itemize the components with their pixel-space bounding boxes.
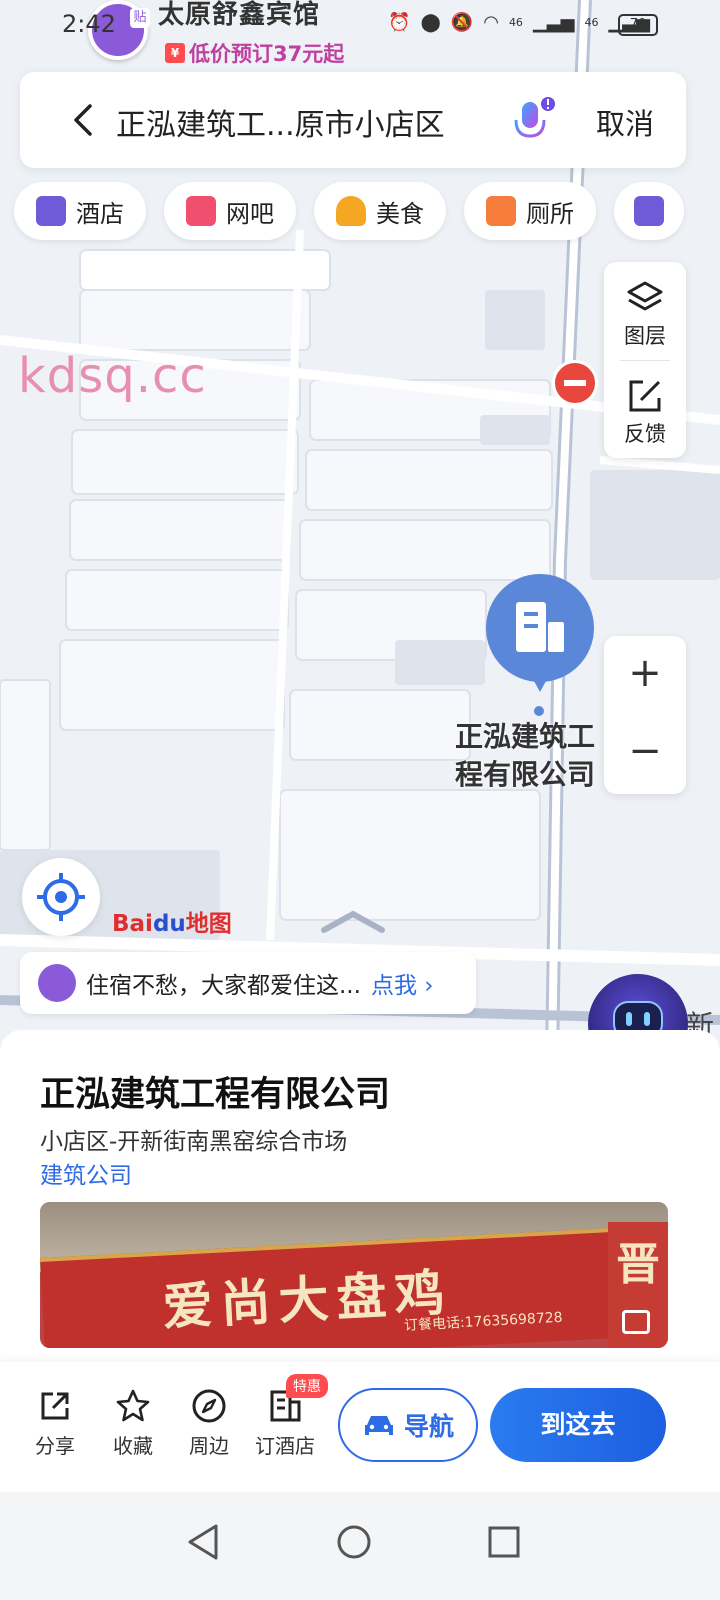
- chip-internet-cafe[interactable]: 网吧: [164, 182, 296, 240]
- battery-icon: 70: [618, 14, 658, 36]
- promo-banner-link[interactable]: 点我 ›: [371, 966, 434, 1000]
- gallery-icon[interactable]: [622, 1310, 650, 1334]
- food-icon: [336, 196, 366, 226]
- favorite-label: 收藏: [113, 1434, 153, 1458]
- internet-cafe-icon: [186, 196, 216, 226]
- status-time: 2:42: [62, 10, 116, 38]
- hotel-icon: [38, 964, 76, 1002]
- place-photo[interactable]: 爱尚大盘鸡 订餐电话:17635698728 晋: [40, 1202, 668, 1348]
- baidu-logo-text-b: du: [152, 911, 186, 937]
- chip-label: 厕所: [526, 199, 574, 228]
- system-navigation-bar: [0, 1492, 720, 1600]
- toilet-icon: [486, 196, 516, 226]
- map-tools-panel: 图层 反馈: [604, 262, 686, 458]
- chip-more[interactable]: [614, 182, 684, 240]
- layers-icon: [627, 281, 663, 311]
- building-icon: [634, 196, 664, 226]
- zoom-controls: + −: [604, 636, 686, 794]
- share-button[interactable]: 分享: [20, 1388, 90, 1459]
- watermark: kdsq.cc: [18, 348, 207, 404]
- zoom-in-button[interactable]: +: [604, 650, 686, 696]
- chip-label: 酒店: [76, 199, 124, 228]
- chip-label: 美食: [376, 199, 424, 228]
- photo-side-sign-text: 晋: [616, 1239, 660, 1290]
- alarm-icon: ⏰: [388, 12, 411, 33]
- go-here-button[interactable]: 到这去: [490, 1388, 666, 1462]
- selected-poi-marker[interactable]: [486, 574, 594, 692]
- chip-label: 网吧: [226, 199, 274, 228]
- special-offer-badge: 特惠: [286, 1374, 328, 1398]
- back-arrow-icon[interactable]: [64, 100, 104, 140]
- book-hotel-button[interactable]: 订酒店: [250, 1388, 320, 1459]
- chip-toilet[interactable]: 厕所: [464, 182, 596, 240]
- nearby-label: 周边: [189, 1434, 229, 1458]
- stay-promo-banner[interactable]: 住宿不愁，大家都爱住这... 点我 ›: [20, 952, 476, 1014]
- baidu-logo-text-c: 地图: [185, 911, 232, 937]
- search-bar[interactable]: 正泓建筑工...原市小店区 取消: [20, 72, 686, 168]
- compass-icon: [192, 1389, 226, 1423]
- share-label: 分享: [35, 1434, 75, 1458]
- baidu-map-logo: Baidu地图: [112, 904, 232, 938]
- status-icons: ⏰ ⬤ 🔕 ◠ 46 ▁▃▅ 46 ▁▃▅: [388, 12, 650, 33]
- signal-icon: ▁▃▅: [532, 12, 575, 33]
- status-bar: 2:42 ⏰ ⬤ 🔕 ◠ 46 ▁▃▅ 46 ▁▃▅ 70: [0, 0, 720, 52]
- favorite-button[interactable]: 收藏: [98, 1388, 168, 1459]
- place-address: 小店区-开新街南黑窑综合市场: [40, 1129, 348, 1155]
- search-query[interactable]: 正泓建筑工...原市小店区: [116, 100, 445, 144]
- signal-b: 46: [584, 16, 599, 29]
- layers-button[interactable]: 图层: [604, 278, 686, 350]
- cancel-button[interactable]: 取消: [596, 101, 654, 143]
- location-icon: ⬤: [420, 12, 441, 33]
- system-recents-icon[interactable]: [486, 1522, 522, 1562]
- system-back-icon[interactable]: [186, 1522, 222, 1562]
- navigate-label: 导航: [403, 1412, 454, 1441]
- wifi-icon: ◠: [483, 12, 499, 33]
- crosshair-icon: [37, 873, 85, 921]
- zoom-out-button[interactable]: −: [604, 728, 686, 774]
- feedback-label: 反馈: [624, 422, 666, 446]
- baidu-logo-text-a: Bai: [112, 911, 153, 937]
- feedback-button[interactable]: 反馈: [604, 376, 686, 448]
- poi-map-label[interactable]: 正泓建筑工程有限公司: [455, 718, 615, 794]
- place-category[interactable]: 建筑公司: [40, 1156, 132, 1190]
- promo-banner-text: 住宿不愁，大家都爱住这...: [86, 973, 361, 999]
- place-detail-card[interactable]: 正泓建筑工程有限公司 小店区-开新街南黑窑综合市场 建筑公司 爱尚大盘鸡 订餐电…: [0, 1030, 720, 1370]
- star-icon: [116, 1389, 150, 1422]
- no-entry-sign-icon: [552, 360, 598, 406]
- car-icon: [364, 1416, 393, 1435]
- hotel-icon: [36, 196, 66, 226]
- category-chips: 酒店 网吧 美食 厕所: [14, 182, 684, 240]
- poi-location-dot: [534, 706, 544, 716]
- chip-hotel[interactable]: 酒店: [14, 182, 146, 240]
- nearby-button[interactable]: 周边: [174, 1388, 244, 1459]
- mute-icon: 🔕: [450, 12, 474, 33]
- place-name: 正泓建筑工程有限公司: [40, 1075, 391, 1115]
- signal-a: 46: [508, 16, 523, 29]
- locate-me-button[interactable]: [22, 858, 100, 936]
- layers-label: 图层: [624, 324, 666, 348]
- action-bar: 分享 收藏 周边 订酒店 特惠 导航 到这去: [0, 1362, 720, 1492]
- chip-food[interactable]: 美食: [314, 182, 446, 240]
- book-hotel-label: 订酒店: [255, 1434, 315, 1458]
- building-icon: [516, 602, 564, 652]
- chevron-up-icon[interactable]: [320, 908, 386, 934]
- system-home-icon[interactable]: [336, 1522, 372, 1562]
- edit-icon: [629, 380, 661, 412]
- navigate-button[interactable]: 导航: [338, 1388, 478, 1462]
- voice-input-icon[interactable]: [510, 96, 556, 146]
- share-icon: [41, 1392, 69, 1420]
- divider: [620, 360, 670, 361]
